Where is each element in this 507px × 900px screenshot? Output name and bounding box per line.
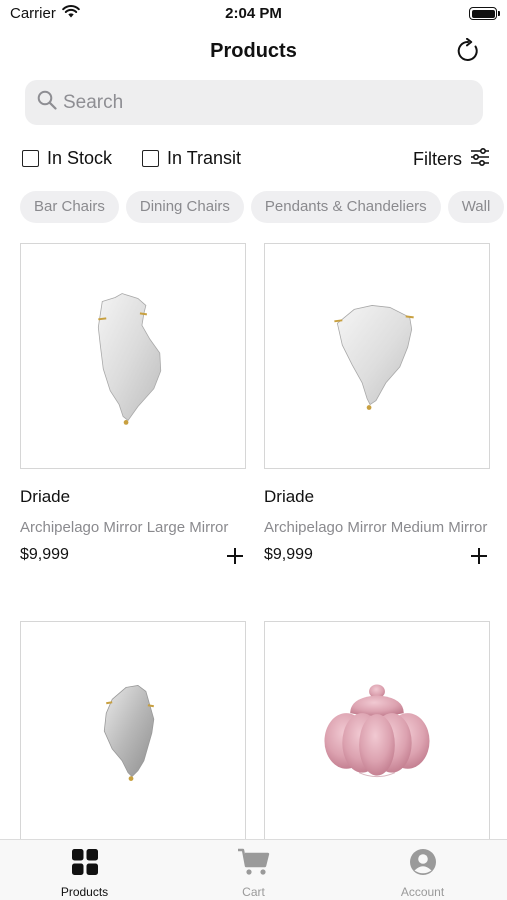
account-icon [409, 848, 437, 881]
tab-products[interactable]: Products [0, 840, 169, 900]
product-card[interactable]: Driade Archipelago Mirror Large Mirror $… [20, 243, 246, 568]
category-chips: Bar Chairs Dining Chairs Pendants & Chande… [20, 191, 507, 225]
product-brand: Driade [264, 487, 315, 506]
plus-icon [471, 548, 487, 564]
in-transit-checkbox[interactable]: In Transit [142, 148, 241, 169]
search-bar[interactable] [25, 80, 483, 125]
refresh-button[interactable] [451, 36, 485, 70]
tab-account[interactable]: Account [338, 840, 507, 900]
status-bar: Carrier 2:04 PM [0, 0, 507, 28]
checkbox-box[interactable] [142, 150, 159, 167]
tab-cart[interactable]: Cart [169, 840, 338, 900]
chip-wall[interactable]: Wall [447, 191, 505, 223]
in-transit-label: In Transit [167, 148, 242, 168]
product-card[interactable] [264, 621, 490, 840]
in-stock-checkbox[interactable]: In Stock [22, 148, 112, 169]
chip-bar-chairs[interactable]: Bar Chairs [20, 191, 119, 223]
checkbox-box[interactable] [22, 150, 39, 167]
plus-icon [227, 548, 243, 564]
page-title: Products [210, 40, 297, 62]
header: Products [0, 36, 507, 70]
product-image[interactable] [20, 621, 246, 840]
product-grid: Driade Archipelago Mirror Large Mirror $… [20, 243, 490, 840]
sliders-icon [470, 147, 490, 171]
tab-bar: Products Cart Account [0, 839, 507, 900]
filters-label: Filters [413, 149, 462, 169]
mirror-image [97, 293, 162, 425]
product-name: Archipelago Mirror Large Mirror [20, 519, 229, 536]
in-stock-label: In Stock [47, 148, 113, 168]
search-icon [37, 90, 57, 115]
refresh-icon [455, 37, 481, 69]
chip-dining-chairs[interactable]: Dining Chairs [125, 191, 244, 223]
chip-pendants-chandeliers[interactable]: Pendants & Chandeliers [250, 191, 441, 223]
cart-icon [237, 848, 271, 881]
mirror-image [103, 685, 155, 781]
product-brand: Driade [20, 487, 71, 506]
battery-icon [469, 7, 500, 20]
add-to-cart-button[interactable] [224, 545, 246, 567]
filter-row: In Stock In Transit Filters [20, 147, 490, 176]
mirror-image [334, 305, 414, 410]
product-price: $9,999 [264, 546, 313, 563]
tab-label: Account [400, 885, 445, 899]
filters-button[interactable]: Filters [413, 147, 490, 171]
product-image[interactable] [264, 243, 490, 469]
grid-icon [71, 848, 99, 881]
search-input[interactable] [63, 91, 463, 114]
status-time: 2:04 PM [225, 5, 282, 22]
product-price: $9,999 [20, 546, 69, 563]
product-image[interactable] [20, 243, 246, 469]
price-row: $9,999 [264, 546, 490, 568]
product-name: Archipelago Mirror Medium Mirror [264, 519, 488, 536]
product-card[interactable] [20, 621, 246, 840]
product-image[interactable] [264, 621, 490, 840]
add-to-cart-button[interactable] [468, 545, 490, 567]
tab-label: Cart [242, 885, 265, 899]
price-row: $9,999 [20, 546, 246, 568]
product-card[interactable]: Driade Archipelago Mirror Medium Mirror … [264, 243, 490, 568]
tab-label: Products [60, 885, 109, 899]
pink-ceramic-jar-image [324, 684, 430, 778]
